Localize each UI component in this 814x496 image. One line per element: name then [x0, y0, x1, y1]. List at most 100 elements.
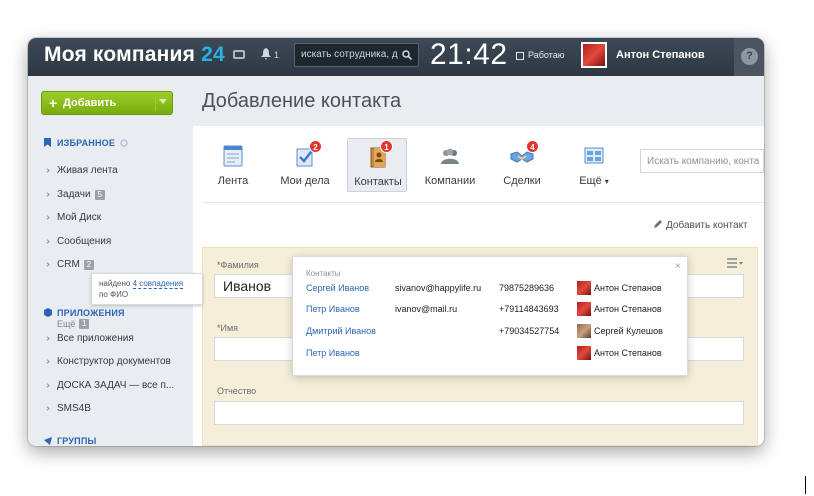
- chevron-down-icon[interactable]: [159, 99, 167, 104]
- contact-name-link[interactable]: Дмитрий Иванов: [306, 326, 376, 336]
- bookmark-icon: [44, 138, 51, 147]
- work-status-icon[interactable]: [516, 52, 524, 60]
- contact-phone: +79034527754: [499, 326, 560, 336]
- list-item: Петр Иванов ivanov@mail.ru +79114843693 …: [293, 302, 689, 318]
- caret-down-icon: ▾: [604, 177, 609, 186]
- chevron-right-icon: [45, 239, 50, 244]
- chevron-right-icon: [45, 262, 50, 267]
- popup-title: Контакты: [306, 269, 341, 278]
- first-name-label-text: Имя: [220, 323, 239, 333]
- middle-name-input[interactable]: [214, 401, 744, 425]
- owner-name: Антон Степанов: [594, 304, 662, 314]
- contact-name-link[interactable]: Петр Иванов: [306, 304, 360, 314]
- user-name[interactable]: Антон Степанов: [616, 49, 705, 61]
- first-name-label: *Имя: [217, 323, 238, 333]
- notification-count: 1: [274, 50, 280, 60]
- sidebar-item-label: Конструктор документов: [57, 356, 171, 367]
- more-count-badge: 1: [79, 319, 90, 329]
- owner-avatar: [577, 324, 591, 338]
- crm-count-badge: 2: [83, 260, 95, 270]
- help-area: ?: [734, 38, 764, 76]
- sidebar-item-label: Сообщения: [57, 236, 112, 247]
- matches-link[interactable]: 4 совпадения: [132, 279, 184, 289]
- sidebar-item-label: Мой Диск: [57, 212, 102, 223]
- owner-name: Антон Степанов: [594, 283, 662, 293]
- chevron-right-icon: [45, 359, 50, 364]
- owner-avatar: [577, 281, 591, 295]
- tab-my-activities-label: Мои дела: [280, 175, 330, 187]
- owner-name: Сергей Кулешов: [594, 326, 663, 336]
- add-button-divider: [155, 96, 156, 111]
- tab-deals[interactable]: 4 Сделки: [492, 138, 552, 192]
- crm-search-input[interactable]: Искать компанию, конта: [640, 149, 764, 173]
- tab-more-text: Ещё: [579, 175, 602, 187]
- tab-more[interactable]: Ещё ▾: [564, 138, 624, 192]
- contacts-badge: 1: [380, 140, 393, 153]
- tab-feed-label: Лента: [217, 175, 249, 187]
- crm-search-placeholder: Искать компанию, конта: [647, 156, 760, 167]
- middle-name-label: Отчество: [217, 386, 257, 396]
- list-item: Дмитрий Иванов +79034527754 Сергей Кулеш…: [293, 324, 689, 340]
- chevron-right-icon: [45, 336, 50, 341]
- company-logo[interactable]: Моя компания 24: [44, 43, 225, 67]
- list-item: Сергей Иванов sivanov@happylife.ru 79875…: [293, 281, 689, 297]
- my-activities-badge: 2: [309, 140, 322, 153]
- screenshot-stage: Моя компания 24 1 искать сотрудника, д 2…: [0, 0, 814, 496]
- owner-avatar: [577, 346, 591, 360]
- work-status-label[interactable]: Работаю: [528, 50, 564, 60]
- tab-companies[interactable]: Компании: [420, 138, 480, 192]
- sidebar-item-label: Все приложения: [57, 333, 134, 344]
- owner-avatar: [577, 302, 591, 316]
- tab-my-activities[interactable]: 2 Мои дела: [275, 138, 335, 192]
- grid-icon: [584, 147, 604, 164]
- tab-deals-label: Сделки: [503, 175, 541, 187]
- page-title: Добавление контакта: [202, 90, 402, 112]
- gear-icon[interactable]: [120, 139, 128, 147]
- help-icon[interactable]: ?: [741, 48, 758, 65]
- chevron-right-icon: [45, 168, 50, 173]
- tasks-count-badge: 5: [94, 190, 106, 200]
- sidebar: + Добавить ИЗБРАННОЕ Живая лента Задачи 5…: [28, 76, 192, 446]
- feed-icon: [223, 145, 243, 167]
- sidebar-item-label: CRM: [57, 259, 80, 270]
- menu-icon[interactable]: [727, 258, 743, 268]
- tab-contacts-label: Контакты: [354, 176, 402, 188]
- close-icon[interactable]: ×: [675, 261, 681, 272]
- user-avatar[interactable]: [581, 42, 607, 68]
- add-button-label: Добавить: [63, 97, 117, 109]
- duplicates-tooltip: найдено 4 совпадения по ФИО: [91, 273, 203, 305]
- chevron-right-icon: [45, 406, 50, 411]
- list-item: Петр Иванов Антон Степанов: [293, 346, 689, 362]
- tooltip-prefix: найдено: [99, 279, 131, 288]
- add-contact-link[interactable]: Добавить контакт: [653, 219, 748, 231]
- clock: 21:42: [430, 38, 508, 71]
- sidebar-item-label: ДОСКА ЗАДАЧ — все п...: [57, 380, 175, 391]
- add-contact-label: Добавить контакт: [666, 220, 748, 231]
- plus-icon: +: [49, 95, 58, 111]
- tab-feed[interactable]: Лента: [203, 138, 263, 192]
- employee-search-input[interactable]: искать сотрудника, д: [294, 43, 419, 67]
- last-name-value: Иванов: [223, 278, 272, 294]
- text-cursor: [805, 476, 806, 494]
- tab-more-label: Ещё ▾: [564, 175, 624, 187]
- search-icon[interactable]: [402, 50, 412, 60]
- sidebar-more-link[interactable]: Ещё: [57, 319, 75, 329]
- app-window: Моя компания 24 1 искать сотрудника, д 2…: [28, 38, 764, 446]
- add-button[interactable]: + Добавить: [41, 91, 173, 115]
- sidebar-item-label: Живая лента: [57, 165, 118, 176]
- last-name-label: *Фамилия: [217, 260, 259, 270]
- chat-icon[interactable]: [233, 50, 245, 59]
- cube-icon: [44, 308, 52, 317]
- last-name-label-text: Фамилия: [220, 260, 259, 270]
- favorites-title-text: ИЗБРАННОЕ: [57, 138, 116, 148]
- pencil-icon: [654, 220, 662, 228]
- contact-name-link[interactable]: Петр Иванов: [306, 348, 360, 358]
- contact-phone: +79114843693: [499, 304, 559, 314]
- contact-name-link[interactable]: Сергей Иванов: [306, 283, 369, 293]
- deals-badge: 4: [526, 140, 539, 153]
- owner-name: Антон Степанов: [594, 348, 662, 358]
- companies-icon: [441, 148, 459, 164]
- contact-phone: 79875289636: [499, 283, 555, 293]
- bell-icon[interactable]: [261, 48, 271, 60]
- tab-contacts[interactable]: 1 Контакты: [347, 138, 407, 192]
